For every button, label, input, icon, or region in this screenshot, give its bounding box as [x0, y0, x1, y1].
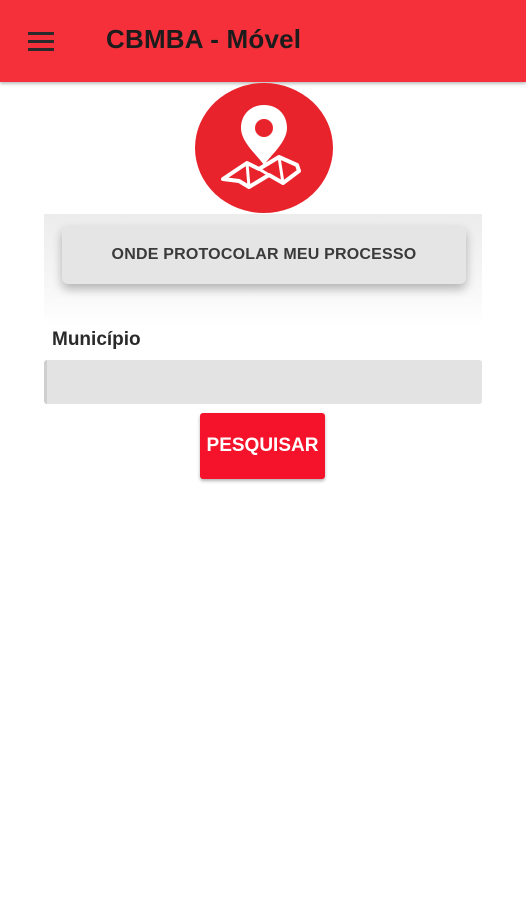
app-logo: [195, 83, 333, 213]
app-bar: CBMBA - Móvel: [0, 0, 526, 82]
municipio-label: Município: [52, 329, 141, 350]
menu-button[interactable]: [18, 22, 64, 60]
onde-protocolar-button[interactable]: ONDE PROTOCOLAR MEU PROCESSO: [62, 226, 466, 284]
app-title: CBMBA - Móvel: [106, 24, 302, 54]
municipio-input[interactable]: [44, 360, 482, 404]
map-pin-icon: [221, 105, 301, 189]
pesquisar-button[interactable]: PESQUISAR: [200, 413, 325, 479]
